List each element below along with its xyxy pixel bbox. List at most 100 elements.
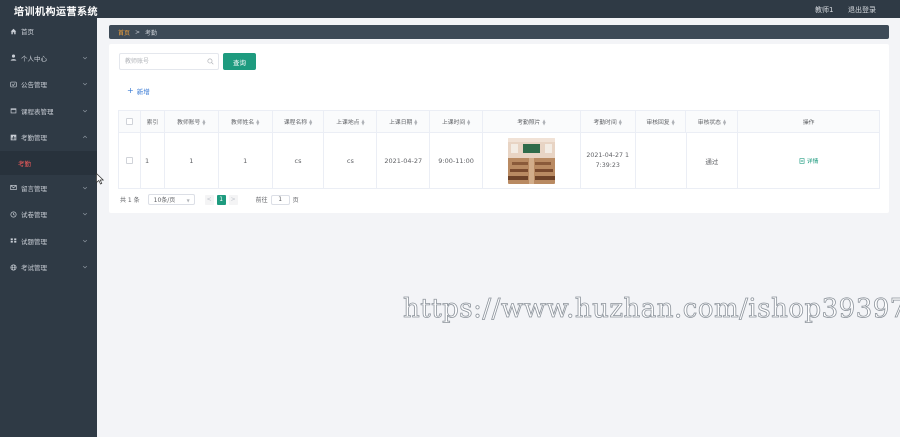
column-header[interactable]: 教师姓名 ▲ ▼ — [219, 111, 273, 132]
home-icon — [10, 28, 17, 35]
page-size-select[interactable]: 10条/页 ▼ — [147, 194, 195, 205]
sidebar-item-label: 考勤管理 — [21, 134, 47, 143]
sidebar-item-label: 首页 — [21, 28, 34, 37]
search-icon — [207, 58, 214, 65]
sort-icon[interactable]: ▲ ▼ — [672, 118, 675, 125]
chart-icon — [10, 134, 17, 141]
page-number-current[interactable]: 1 — [216, 194, 226, 205]
goto-label: 前往 — [255, 197, 268, 204]
cell-location: cs — [324, 133, 378, 188]
mouse-cursor-icon — [96, 173, 104, 185]
calendar-icon — [10, 107, 17, 114]
chevron-up-icon — [82, 134, 88, 140]
breadcrumb: 首页 > 考勤 — [109, 25, 889, 39]
next-page-button[interactable]: > — [228, 194, 238, 205]
sidebar-item-schedule[interactable]: 课程表管理 — [0, 98, 97, 125]
sidebar-item-label: 试题管理 — [21, 237, 47, 246]
chevron-down-icon — [82, 264, 88, 270]
sidebar-item-label: 个人中心 — [21, 54, 47, 63]
sort-icon[interactable]: ▲ ▼ — [619, 118, 622, 125]
sort-icon[interactable]: ▲ ▼ — [202, 118, 205, 125]
chevron-down-icon — [82, 238, 88, 244]
column-header[interactable]: 上课日期 ▲ ▼ — [377, 111, 431, 132]
breadcrumb-current: 考勤 — [145, 29, 158, 37]
user-icon — [10, 54, 17, 61]
chevron-down-icon: ▼ — [186, 198, 190, 203]
column-header[interactable]: 审核回复 ▲ ▼ — [636, 111, 687, 132]
sidebar-item-exams[interactable]: 考试管理 — [0, 254, 97, 281]
sidebar-item-label: 课程表管理 — [21, 107, 54, 116]
watermark: https://www.huzhan.com/ishop39397 — [403, 294, 900, 325]
goto-suffix: 页 — [292, 197, 299, 204]
sort-icon[interactable]: ▲ ▼ — [542, 118, 545, 125]
column-header[interactable]: 审核状态 ▲ ▼ — [686, 111, 739, 132]
cell-review-status: 通过 — [687, 133, 739, 188]
chevron-down-icon — [82, 108, 88, 114]
sidebar-item-label: 考试管理 — [21, 264, 47, 273]
sidebar-item-label: 试卷管理 — [21, 211, 47, 220]
sidebar-item-home[interactable]: 首页 — [0, 18, 97, 45]
sidebar-item-questions[interactable]: 试题管理 — [0, 228, 97, 255]
attendance-table: 索引 教师账号 ▲ ▼ 教师姓名 ▲ ▼ 课程名称 ▲ ▼ 上课地点 ▲ ▼ 上课日期 ▲ ▼ 上课… — [118, 110, 880, 189]
cell-index: 1 — [141, 133, 165, 188]
cell-review-reply — [636, 133, 687, 188]
column-header[interactable]: 考勤时间 ▲ ▼ — [581, 111, 636, 132]
column-header: 操作 — [802, 120, 815, 126]
chevron-down-icon — [82, 211, 88, 217]
current-user[interactable]: 教师1 — [815, 5, 833, 15]
logout-link[interactable]: 退出登录 — [848, 5, 876, 15]
notice-icon — [10, 81, 17, 88]
document-icon — [799, 157, 805, 164]
column-header: 索引 — [141, 111, 165, 132]
sort-icon[interactable]: ▲ ▼ — [723, 118, 726, 125]
plus-icon: + — [127, 86, 134, 95]
column-header[interactable]: 上课时间 ▲ ▼ — [430, 111, 484, 132]
select-all-checkbox[interactable] — [125, 118, 133, 125]
sidebar-item-profile[interactable]: 个人中心 — [0, 45, 97, 72]
top-bar: 培训机构运营系统 教师1 退出登录 — [0, 0, 900, 18]
sidebar-item-notices[interactable]: 公告管理 — [0, 71, 97, 98]
column-header[interactable]: 考勤照片 ▲ ▼ — [483, 111, 581, 132]
sort-icon[interactable]: ▲ ▼ — [414, 118, 417, 125]
sort-icon[interactable]: ▲ ▼ — [309, 118, 312, 125]
cell-course-name: cs — [273, 133, 325, 188]
cell-teacher-name: 1 — [219, 133, 273, 188]
cell-date: 2021-04-27 — [377, 133, 431, 188]
sidebar-item-attendance[interactable]: 考勤管理 — [0, 124, 97, 151]
column-header[interactable]: 课程名称 ▲ ▼ — [273, 111, 325, 132]
content-card: 查询 + 新增 索引 教师账号▲▼ 教师姓名▲▼ 课程名称▲▼ 上课地点▲▼ 上… — [109, 44, 889, 213]
sidebar-subitem-label: 考勤 — [18, 159, 31, 168]
search-button[interactable]: 查询 — [223, 53, 256, 70]
sort-icon[interactable]: ▲ ▼ — [361, 118, 364, 125]
detail-button[interactable]: 详情 — [799, 156, 818, 165]
search-box — [119, 53, 219, 70]
sort-icon[interactable]: ▲ ▼ — [467, 118, 470, 125]
chevron-down-icon — [82, 55, 88, 61]
sidebar-item-messages[interactable]: 留言管理 — [0, 175, 97, 202]
row-checkbox[interactable] — [125, 157, 133, 164]
column-header[interactable]: 教师账号 ▲ ▼ — [165, 111, 219, 132]
header-select-cell — [119, 111, 141, 132]
globe-icon — [10, 264, 17, 271]
grid-icon — [10, 237, 17, 244]
column-header[interactable]: 上课地点 ▲ ▼ — [324, 111, 378, 132]
sidebar-item-papers[interactable]: 试卷管理 — [0, 201, 97, 228]
sidebar-item-label: 公告管理 — [21, 81, 47, 90]
cell-teacher-account: 1 — [165, 133, 219, 188]
breadcrumb-separator: > — [135, 28, 141, 36]
prev-page-button[interactable]: < — [204, 194, 214, 205]
sidebar-item-label: 留言管理 — [21, 184, 47, 193]
search-input[interactable] — [125, 56, 205, 67]
clock-icon — [10, 211, 17, 218]
mail-icon — [10, 184, 17, 191]
pagination: 共 1 条 10条/页 ▼ < 1 > 前往 页 — [120, 194, 299, 205]
classroom-photo[interactable] — [507, 137, 555, 184]
sort-icon[interactable]: ▲ ▼ — [256, 118, 259, 125]
table-header: 索引 教师账号 ▲ ▼ 教师姓名 ▲ ▼ 课程名称 ▲ ▼ 上课地点 ▲ ▼ 上课日期 ▲ ▼ 上课… — [119, 111, 879, 133]
chevron-down-icon — [82, 81, 88, 87]
add-button-label: 新增 — [136, 88, 150, 96]
goto-page-input[interactable] — [270, 194, 290, 205]
breadcrumb-home[interactable]: 首页 — [118, 28, 130, 37]
add-button[interactable]: + 新增 — [127, 86, 150, 97]
sidebar-subitem-attendance[interactable]: 考勤 — [0, 150, 97, 175]
